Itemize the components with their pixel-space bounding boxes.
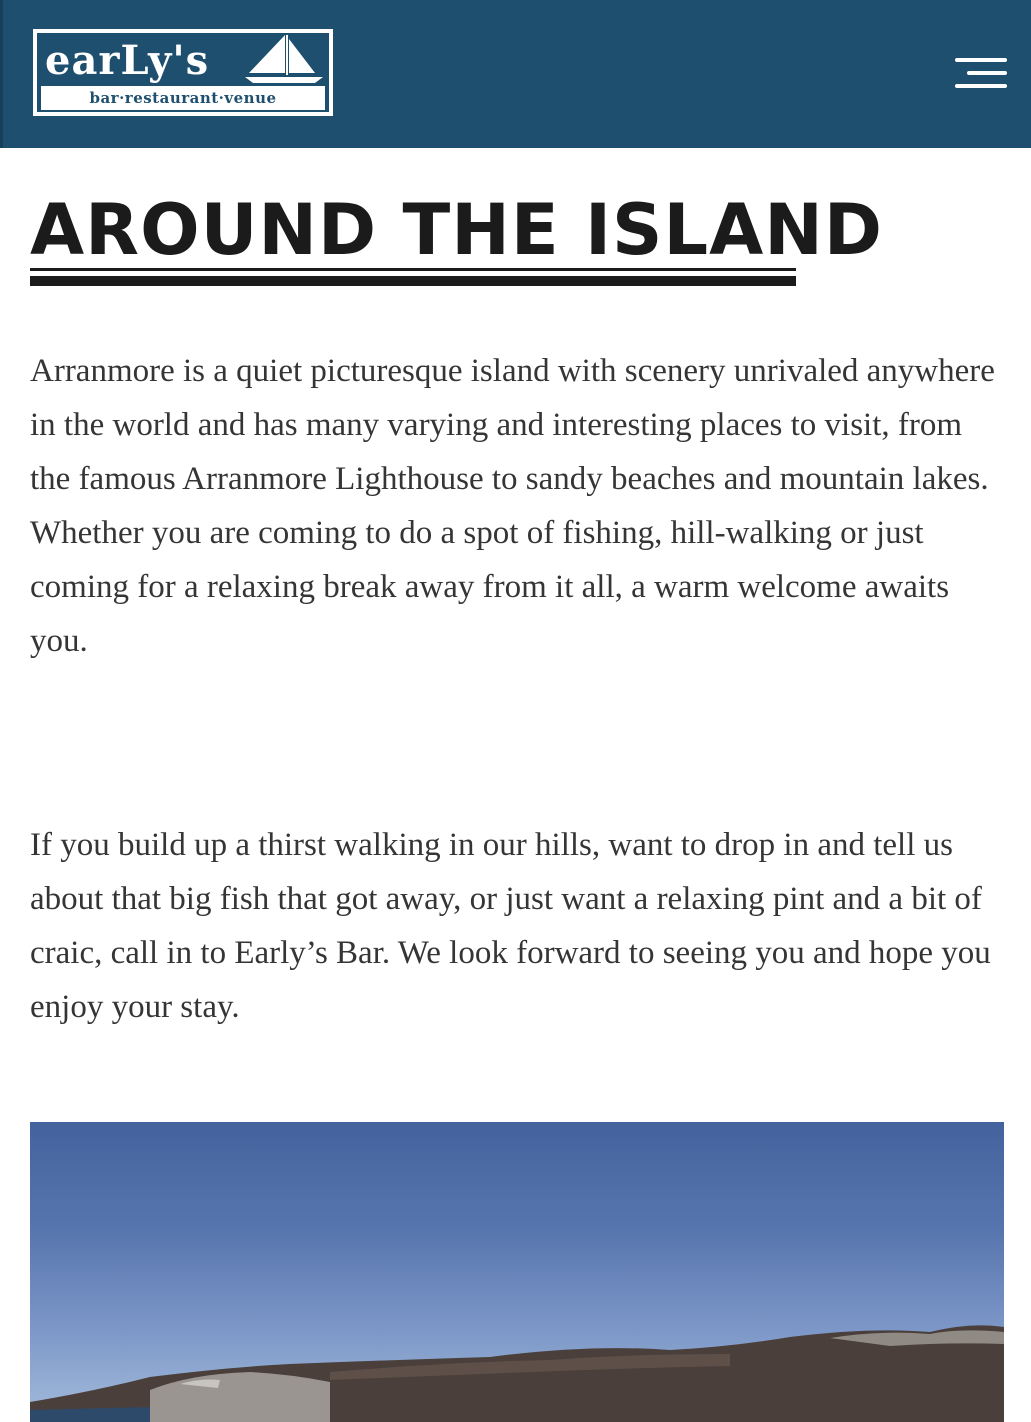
page-title: AROUND THE ISLAND — [30, 189, 883, 271]
menu-line — [955, 84, 1007, 88]
intro-paragraph: Arranmore is a quiet picturesque island … — [30, 353, 995, 659]
landscape-illustration — [30, 1325, 1004, 1422]
island-landscape-photo — [30, 1122, 1004, 1422]
menu-line — [967, 71, 1007, 75]
logo-tagline: bar·restaurant·venue — [41, 86, 325, 110]
site-logo[interactable]: earLy's bar·restaurant·venue — [33, 29, 333, 116]
hamburger-menu-icon[interactable] — [953, 56, 1009, 92]
menu-line — [955, 58, 1007, 62]
title-underline-thick — [30, 276, 796, 286]
title-underline — [30, 268, 796, 271]
site-header: earLy's bar·restaurant·venue — [0, 0, 1031, 148]
sailboat-icon — [245, 35, 323, 83]
logo-name: earLy's — [45, 37, 210, 84]
invite-paragraph: If you build up a thirst walking in our … — [30, 827, 991, 1025]
